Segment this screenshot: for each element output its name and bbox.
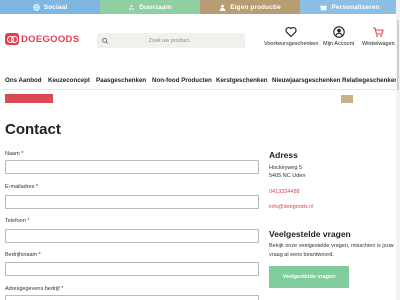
scrollbar-thumb[interactable] [397,20,399,90]
globe-icon [33,3,40,11]
email-field[interactable] [5,195,259,209]
usp-sociaal-label: Sociaal [43,3,68,11]
cart-link[interactable]: Winkelwagen [362,26,395,47]
gift-icon [320,5,328,10]
address-street: Hockeyweg 5 [269,165,303,171]
promo-banner-left[interactable] [5,94,53,103]
heart-icon [285,27,297,38]
faq-description: Bekijk onze veelgestelde vragen, misschi… [269,243,394,258]
usp-eigen-productie-label: Eigen productie [230,3,281,11]
page-title: Contact [5,121,61,138]
account-label: Mijn Account [323,41,355,47]
cart-label: Winkelwagen [362,41,395,47]
nav-item-paasgeschenken[interactable]: Paasgeschenken [96,77,146,84]
phone-field[interactable] [5,229,259,243]
field-label-telefoon: Telefoon * [5,218,30,224]
field-label-email: E-mailadres * [5,184,39,190]
wishlist-link[interactable]: Voorkeursgeschenken [264,26,318,47]
nav-item-ons-aanbod[interactable]: Ons Aanbod [5,77,42,84]
user-icon [332,26,345,38]
site-header: DOEGOODS Voorkeursgeschenken Mijn Accoun… [0,14,400,66]
faq-heading: Veelgestelde vragen [269,229,351,239]
page-scrollbar[interactable] [396,0,400,300]
logo[interactable]: DOEGOODS [5,33,79,45]
promo-thumbnail [341,95,353,103]
usp-eigen-productie[interactable]: Eigen productie [200,0,300,14]
cart-icon [373,27,385,37]
address-city: 5405 NC Uden [269,173,306,179]
nav-item-non-food[interactable]: Non-food Producten [152,77,212,84]
usp-personaliseren[interactable]: Personaliseren [300,0,400,14]
phone-link[interactable]: 0413334488 [269,189,300,195]
wishlist-label: Voorkeursgeschenken [264,41,319,47]
nav-item-relatiegeschenken[interactable]: Relatiegeschenken [342,77,398,84]
adress-heading: Adress [269,150,298,160]
field-label-adresgegevens: Adresgegevens bedrijf * [5,286,64,292]
search-icon[interactable] [102,37,109,45]
logo-text: DOEGOODS [21,33,80,45]
usp-personaliseren-label: Personaliseren [331,3,380,11]
company-name-field[interactable] [5,262,259,276]
recycle-icon [129,4,135,10]
usp-duurzaam-label: Duurzaam [139,3,172,11]
name-field[interactable] [5,160,259,174]
field-label-naam: Naam * [5,151,24,157]
usp-duurzaam[interactable]: Duurzaam [100,0,200,14]
usp-sociaal[interactable]: Sociaal [0,0,100,14]
usp-bar: Sociaal Duurzaam Eigen productie Persona… [0,0,400,14]
nav-item-kerstgeschenken[interactable]: Kerstgeschenken [216,77,268,84]
nav-divider [0,89,400,90]
nav-item-keuzeconcept[interactable]: Keuzeconcept [48,77,90,84]
search-bar [97,33,245,48]
search-input[interactable] [148,37,245,44]
field-label-bedrijfsnaam: Bedrijfsnaam * [5,252,41,258]
person-icon [219,4,226,11]
email-link[interactable]: info@doegoods.nl [269,204,313,210]
logo-mark-icon [5,33,19,45]
nav-item-nieuwjaarsgeschenken[interactable]: Nieuwjaarsgeschenken [272,77,340,84]
company-address-field[interactable] [5,295,259,300]
faq-button[interactable]: Veelgestelde vragen [269,266,349,288]
account-link[interactable]: Mijn Account [323,26,354,47]
main-nav: Ons Aanbod Keuzeconcept Paasgeschenken N… [0,72,400,88]
